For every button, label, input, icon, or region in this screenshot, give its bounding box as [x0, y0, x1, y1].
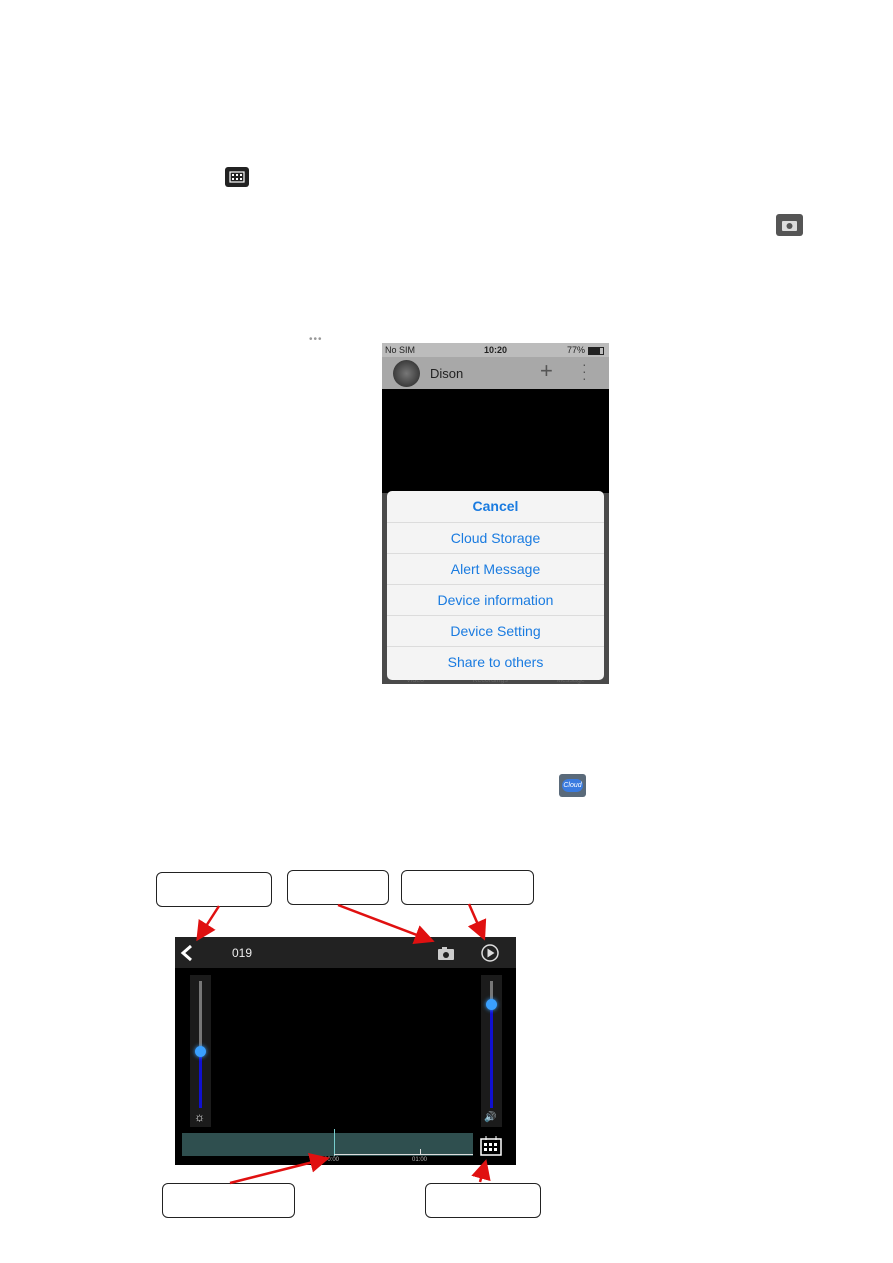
- more-dots-icon: •••: [309, 334, 323, 345]
- status-bar: No SIM 10:20 77%: [382, 343, 609, 357]
- calendar-icon: [225, 167, 249, 187]
- clock: 10:20: [484, 345, 508, 355]
- timeline-bar[interactable]: 00:00 01:00: [182, 1129, 473, 1163]
- timeline-tick: [420, 1149, 421, 1155]
- more-vertical-icon[interactable]: · · ·: [582, 357, 587, 385]
- brightness-slider[interactable]: ☼: [190, 975, 211, 1127]
- timeline-label: 01:00: [412, 1157, 428, 1163]
- cloud-icon: Cloud: [559, 774, 586, 797]
- camera-icon: [776, 214, 803, 236]
- snapshot-icon[interactable]: [437, 945, 455, 961]
- camera-title: 019: [232, 946, 253, 960]
- cloud-label: Cloud: [562, 779, 583, 792]
- timeline-cursor[interactable]: [334, 1129, 335, 1156]
- volume-slider[interactable]: 🔊: [481, 975, 502, 1127]
- calendar-icon[interactable]: [480, 1136, 502, 1156]
- menu-item-device-information[interactable]: Device information: [387, 584, 604, 616]
- player-top-bar: 019: [175, 937, 516, 968]
- callout-calendar: [425, 1183, 541, 1218]
- timeline-label: 00:00: [324, 1157, 340, 1163]
- carrier: No SIM: [385, 345, 416, 355]
- back-icon[interactable]: [180, 944, 194, 962]
- volume-fill: [490, 1003, 493, 1108]
- manual-page: ••• Cloud No SIM 10:20 77% Dison + · · · V…: [0, 0, 893, 1263]
- play-icon[interactable]: [480, 943, 500, 963]
- timeline-axis: [334, 1154, 473, 1155]
- callout-timeline: [162, 1183, 295, 1218]
- menu-item-alert-message[interactable]: Alert Message: [387, 553, 604, 585]
- menu-item-device-setting[interactable]: Device Setting: [387, 615, 604, 647]
- add-icon[interactable]: +: [540, 358, 553, 384]
- callout-snapshot: [287, 870, 389, 905]
- action-sheet: Cancel Cloud Storage Alert Message Devic…: [387, 491, 604, 680]
- battery-icon: [588, 347, 604, 355]
- callout-back: [156, 872, 272, 907]
- brightness-fill: [199, 1050, 202, 1108]
- battery-percent: 77%: [567, 345, 586, 355]
- device-name: Dison: [430, 366, 464, 381]
- playback-screenshot: 019 ☼ 🔊 00:00 01:00: [175, 937, 516, 1165]
- device-header: Dison + · · ·: [382, 357, 609, 389]
- avatar[interactable]: [393, 360, 420, 387]
- brightness-knob[interactable]: [195, 1045, 206, 1057]
- menu-item-share[interactable]: Share to others: [387, 646, 604, 678]
- volume-knob[interactable]: [486, 998, 497, 1010]
- brightness-icon: ☼: [194, 1110, 205, 1124]
- menu-item-cloud-storage[interactable]: Cloud Storage: [387, 522, 604, 554]
- cancel-button[interactable]: Cancel: [387, 491, 604, 522]
- phone-screenshot: No SIM 10:20 77% Dison + · · · Video Recor…: [382, 343, 609, 684]
- volume-icon: 🔊: [484, 1112, 497, 1123]
- callout-playback: [401, 870, 534, 905]
